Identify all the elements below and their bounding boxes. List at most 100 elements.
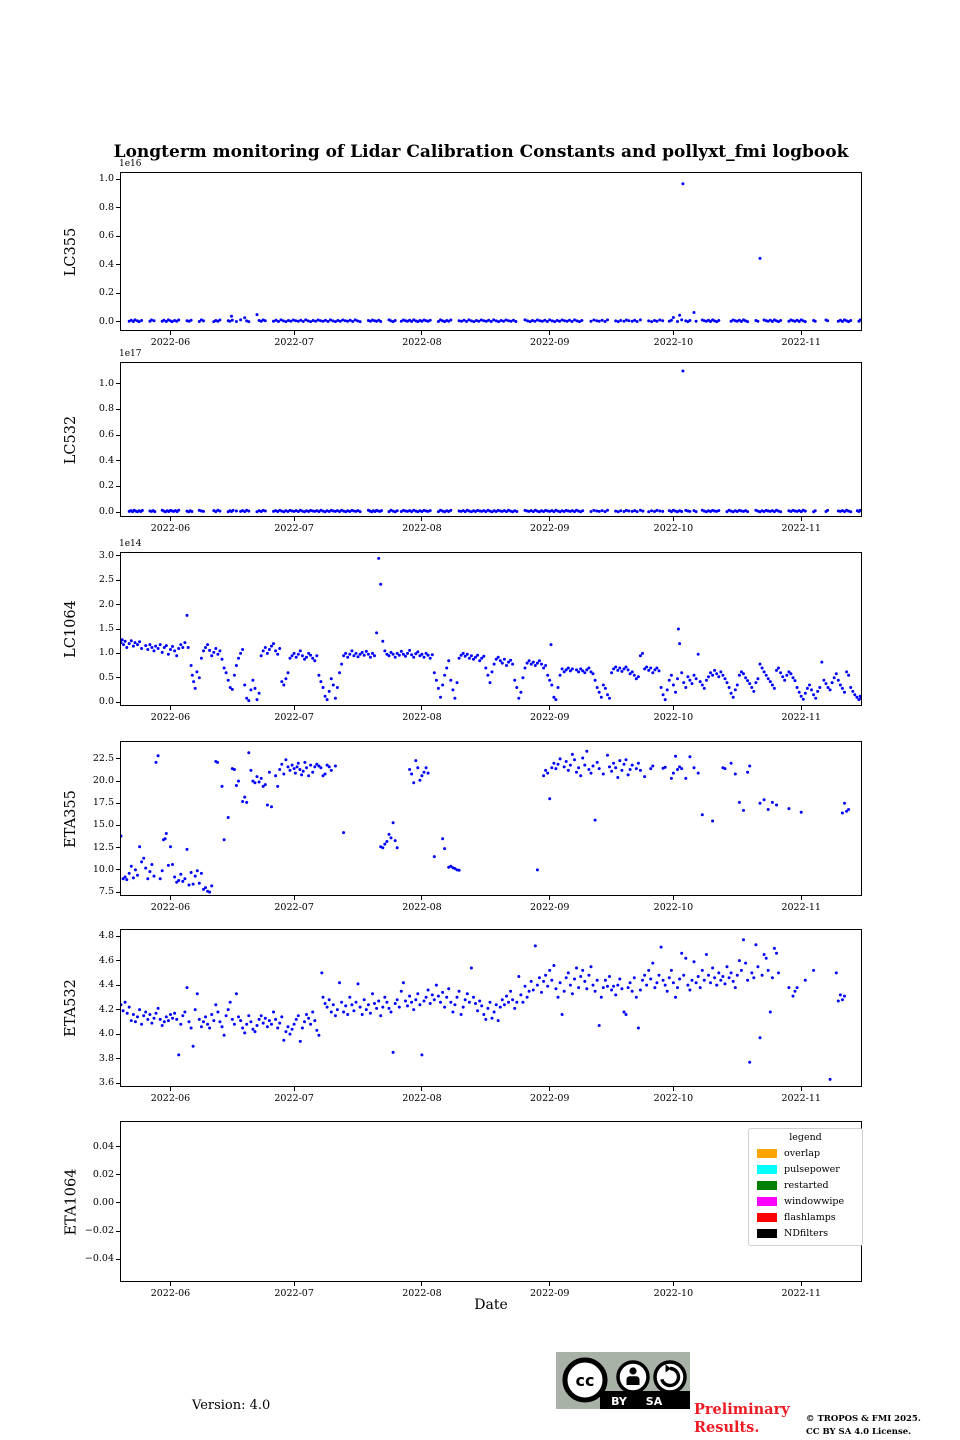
data-point bbox=[367, 653, 370, 656]
data-point bbox=[235, 510, 238, 513]
data-point bbox=[317, 1034, 320, 1037]
data-point bbox=[381, 846, 384, 849]
data-point bbox=[229, 1001, 232, 1004]
y-tick bbox=[116, 1058, 120, 1059]
data-point bbox=[243, 684, 246, 687]
x-tick bbox=[294, 1087, 295, 1091]
data-point bbox=[559, 674, 562, 677]
data-point bbox=[602, 986, 605, 989]
data-point bbox=[293, 767, 296, 770]
data-point bbox=[476, 1009, 479, 1012]
data-point bbox=[563, 990, 566, 993]
data-point bbox=[282, 684, 285, 687]
data-point bbox=[144, 644, 147, 647]
data-point bbox=[125, 646, 128, 649]
data-point bbox=[334, 1014, 337, 1017]
data-point bbox=[664, 698, 667, 701]
data-point bbox=[633, 674, 636, 677]
data-point bbox=[198, 676, 201, 679]
data-point bbox=[707, 974, 710, 977]
data-point bbox=[169, 648, 172, 651]
data-point bbox=[763, 798, 766, 801]
data-point bbox=[239, 652, 242, 655]
data-point bbox=[313, 1019, 316, 1022]
data-point bbox=[192, 680, 195, 683]
data-point bbox=[484, 667, 487, 670]
data-point bbox=[561, 667, 564, 670]
data-point bbox=[194, 875, 197, 878]
data-point bbox=[324, 695, 327, 698]
data-point bbox=[728, 976, 731, 979]
x-tick-label: 2022-07 bbox=[264, 523, 324, 534]
data-point bbox=[625, 509, 628, 512]
data-point bbox=[517, 975, 520, 978]
data-point bbox=[344, 652, 347, 655]
data-point bbox=[818, 686, 821, 689]
data-point bbox=[134, 641, 137, 644]
data-point bbox=[264, 646, 267, 649]
data-point bbox=[839, 684, 842, 687]
y-tick-label: 1.5 bbox=[74, 624, 114, 634]
data-point bbox=[769, 680, 772, 683]
scatter-points bbox=[121, 930, 861, 1086]
data-point bbox=[235, 992, 238, 995]
data-point bbox=[515, 510, 518, 513]
data-point bbox=[138, 845, 141, 848]
data-point bbox=[420, 1053, 423, 1056]
data-point bbox=[480, 1004, 483, 1007]
data-point bbox=[505, 995, 508, 998]
data-point bbox=[303, 1020, 306, 1023]
data-point bbox=[645, 984, 648, 987]
y-tick bbox=[116, 1034, 120, 1035]
data-point bbox=[691, 979, 694, 982]
data-point bbox=[734, 986, 737, 989]
x-tick bbox=[549, 1087, 550, 1091]
data-point bbox=[684, 957, 687, 960]
x-tick bbox=[294, 517, 295, 521]
y-tick bbox=[116, 892, 120, 893]
data-point bbox=[571, 320, 574, 323]
data-point bbox=[441, 684, 444, 687]
data-point bbox=[309, 654, 312, 657]
data-point bbox=[231, 319, 234, 322]
x-tick-label: 2022-08 bbox=[392, 523, 452, 534]
data-point bbox=[202, 319, 205, 322]
data-point bbox=[159, 877, 162, 880]
legend-item-flashlamps: flashlamps bbox=[749, 1209, 862, 1225]
data-point bbox=[536, 984, 539, 987]
data-point bbox=[218, 1020, 221, 1023]
data-point bbox=[825, 682, 828, 685]
x-tick bbox=[294, 331, 295, 335]
data-point bbox=[262, 649, 265, 652]
data-point bbox=[315, 1029, 318, 1032]
data-point bbox=[674, 755, 677, 758]
data-point bbox=[369, 656, 372, 659]
data-point bbox=[631, 764, 634, 767]
data-point bbox=[177, 647, 180, 650]
y-tick-label: 0.00 bbox=[74, 1198, 114, 1208]
data-point bbox=[775, 804, 778, 807]
x-tick-label: 2022-10 bbox=[643, 523, 703, 534]
data-point bbox=[546, 985, 549, 988]
data-point bbox=[315, 654, 318, 657]
data-point bbox=[260, 777, 263, 780]
data-point bbox=[482, 319, 485, 322]
y-tick bbox=[116, 702, 120, 703]
x-tick-label: 2022-11 bbox=[771, 902, 831, 913]
data-point bbox=[394, 656, 397, 659]
preliminary-line1: Preliminary bbox=[694, 1401, 790, 1419]
data-point bbox=[232, 509, 235, 512]
data-point bbox=[567, 769, 570, 772]
data-point bbox=[256, 775, 259, 778]
data-point bbox=[317, 674, 320, 677]
y-tick bbox=[116, 512, 120, 513]
data-point bbox=[245, 801, 248, 804]
data-point bbox=[328, 690, 331, 693]
y-tick-label: 0.5 bbox=[74, 673, 114, 683]
data-point bbox=[501, 662, 504, 665]
x-tick bbox=[421, 896, 422, 900]
data-point bbox=[540, 991, 543, 994]
data-point bbox=[196, 869, 199, 872]
data-point bbox=[548, 797, 551, 800]
data-point bbox=[794, 990, 797, 993]
